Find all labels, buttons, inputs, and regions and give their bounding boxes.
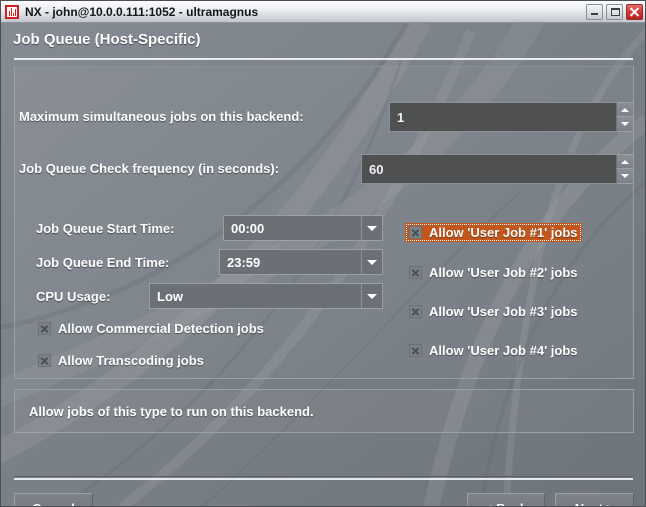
check-frequency-decrement-button[interactable] xyxy=(616,169,634,184)
checkbox-label: Allow 'User Job #1' jobs xyxy=(429,225,578,240)
chevron-up-icon xyxy=(621,159,629,164)
back-button-label: < Back xyxy=(485,501,527,507)
checkbox-user-job-2[interactable]: Allow 'User Job #2' jobs xyxy=(405,263,582,282)
chevron-down-icon xyxy=(367,293,377,299)
check-frequency-spinner[interactable]: 60 xyxy=(361,154,634,184)
end-time-value: 23:59 xyxy=(227,254,261,270)
checkbox-user-job-3[interactable]: Allow 'User Job #3' jobs xyxy=(405,302,582,321)
checkbox-icon xyxy=(409,344,422,357)
checkbox-label: Allow 'User Job #2' jobs xyxy=(429,265,578,280)
cpu-usage-label: CPU Usage: xyxy=(36,289,111,304)
checkbox-label: Allow Commercial Detection jobs xyxy=(58,321,264,336)
checkbox-label: Allow Transcoding jobs xyxy=(58,353,204,368)
chevron-up-icon xyxy=(621,107,629,112)
checkbox-commercial-detection[interactable]: Allow Commercial Detection jobs xyxy=(34,319,268,338)
chevron-down-icon xyxy=(367,225,377,231)
chevron-down-icon xyxy=(367,259,377,265)
checkbox-transcoding[interactable]: Allow Transcoding jobs xyxy=(34,351,208,370)
max-jobs-label: Maximum simultaneous jobs on this backen… xyxy=(19,109,304,124)
nx-icon xyxy=(5,4,19,19)
check-frequency-label: Job Queue Check frequency (in seconds): xyxy=(19,161,280,176)
checkbox-icon xyxy=(38,354,51,367)
max-jobs-decrement-button[interactable] xyxy=(616,117,634,132)
minimize-icon xyxy=(591,12,598,15)
max-jobs-spinner[interactable]: 1 xyxy=(389,102,634,132)
checkbox-label: Allow 'User Job #4' jobs xyxy=(429,343,578,358)
start-time-dropdown-arrow[interactable] xyxy=(361,216,382,240)
chevron-down-icon xyxy=(621,174,629,178)
application-window: NX - john@10.0.0.111:1052 - ultramagnus … xyxy=(0,0,646,507)
back-button[interactable]: < Back xyxy=(467,493,545,507)
start-time-label: Job Queue Start Time: xyxy=(36,221,175,236)
cpu-usage-dropdown-arrow[interactable] xyxy=(361,284,382,308)
end-time-combobox[interactable]: 23:59 xyxy=(219,249,383,275)
checkbox-label: Allow 'User Job #3' jobs xyxy=(429,304,578,319)
maximize-icon xyxy=(611,7,620,16)
cpu-usage-value: Low xyxy=(157,288,183,304)
next-button-label: Next > xyxy=(575,501,614,507)
window-body: Job Queue (Host-Specific) Maximum simult… xyxy=(1,23,645,507)
checkbox-user-job-4[interactable]: Allow 'User Job #4' jobs xyxy=(405,341,582,360)
next-button[interactable]: Next > xyxy=(555,493,634,507)
window-title: NX - john@10.0.0.111:1052 - ultramagnus xyxy=(25,4,259,19)
checkbox-icon xyxy=(38,322,51,335)
heading-separator xyxy=(14,58,633,60)
buttonbar-separator-dark xyxy=(14,476,633,477)
cancel-button-label: Cancel xyxy=(32,501,75,507)
checkbox-icon xyxy=(409,226,422,239)
start-time-combobox[interactable]: 00:00 xyxy=(223,215,383,241)
max-jobs-spinner-buttons xyxy=(616,102,634,132)
maximize-button[interactable] xyxy=(606,3,623,20)
cpu-usage-combobox[interactable]: Low xyxy=(149,283,383,309)
buttonbar-separator-light xyxy=(14,478,633,480)
window-controls xyxy=(586,3,643,20)
check-frequency-spinner-buttons xyxy=(616,154,634,184)
max-jobs-input[interactable]: 1 xyxy=(389,102,616,132)
max-jobs-increment-button[interactable] xyxy=(616,102,634,117)
page-title: Job Queue (Host-Specific) xyxy=(13,31,201,48)
minimize-button[interactable] xyxy=(586,3,603,20)
close-button[interactable] xyxy=(626,3,643,20)
help-panel: Allow jobs of this type to run on this b… xyxy=(14,389,634,433)
checkbox-icon xyxy=(409,266,422,279)
cancel-button[interactable]: Cancel xyxy=(14,493,93,507)
end-time-dropdown-arrow[interactable] xyxy=(361,250,382,274)
help-text: Allow jobs of this type to run on this b… xyxy=(29,403,314,419)
start-time-value: 00:00 xyxy=(231,220,265,236)
checkbox-user-job-1[interactable]: Allow 'User Job #1' jobs xyxy=(405,223,582,242)
check-frequency-input[interactable]: 60 xyxy=(361,154,616,184)
end-time-label: Job Queue End Time: xyxy=(36,255,170,270)
check-frequency-increment-button[interactable] xyxy=(616,154,634,169)
button-bar: Cancel < Back Next > xyxy=(1,485,645,507)
chevron-down-icon xyxy=(621,122,629,126)
title-bar: NX - john@10.0.0.111:1052 - ultramagnus xyxy=(1,1,645,23)
checkbox-icon xyxy=(409,305,422,318)
